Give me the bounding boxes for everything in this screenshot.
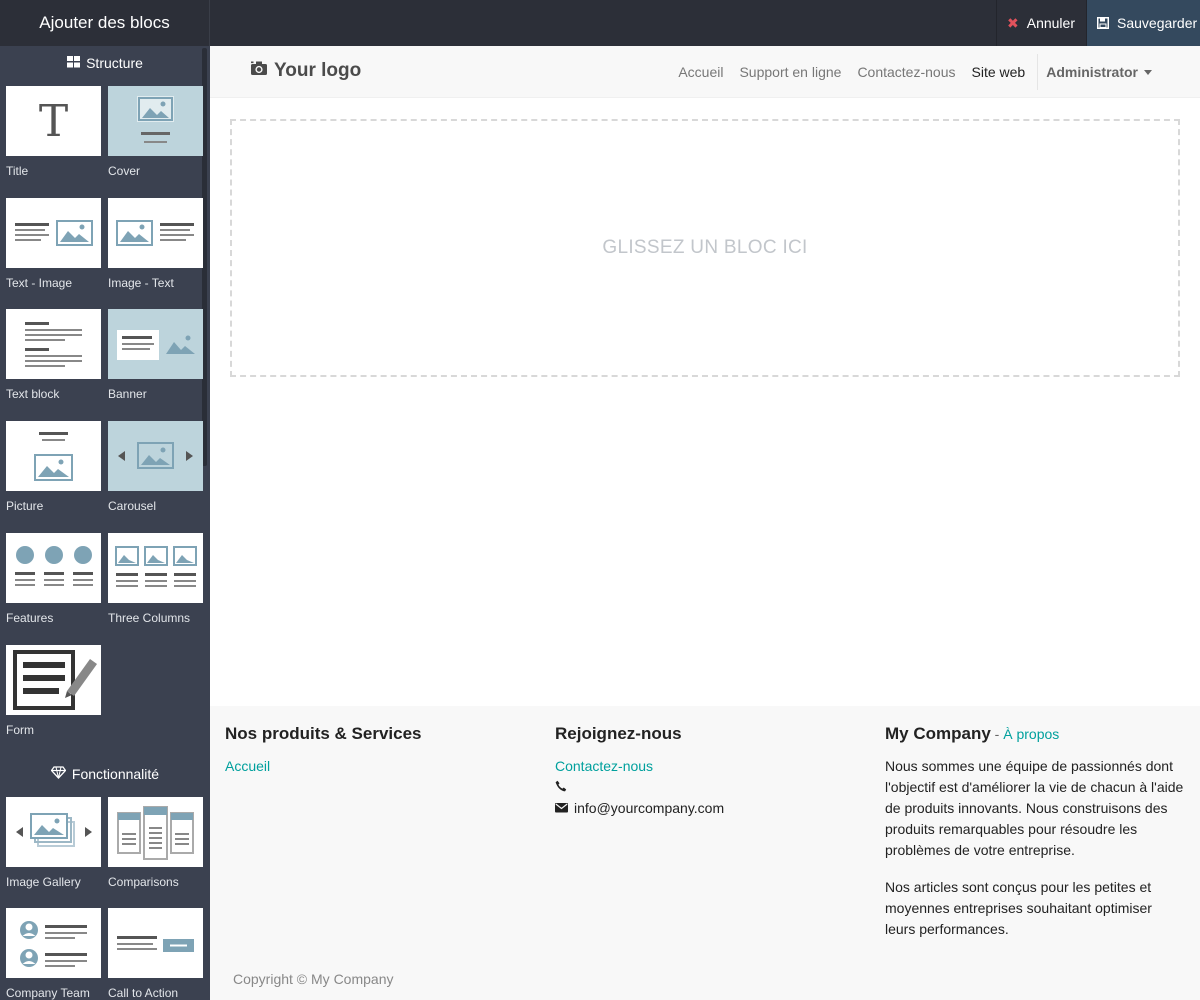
form-icon	[6, 645, 101, 715]
nav-link-contact[interactable]: Contactez-nous	[849, 64, 963, 80]
title-icon: T	[6, 86, 101, 156]
save-label: Sauvegarder	[1117, 15, 1198, 31]
banner-icon	[108, 309, 203, 379]
nav-menu: Accueil Support en ligne Contactez-nous …	[670, 46, 1160, 98]
website-preview: Your logo Accueil Support en ligne Conta…	[210, 46, 1200, 1000]
snippet-text-image[interactable]: Text - Image	[6, 198, 101, 290]
cover-icon	[108, 86, 203, 156]
image-text-icon	[108, 198, 203, 268]
drop-zone-text: GLISSEZ UN BLOC ICI	[602, 237, 808, 258]
footer-link-accueil[interactable]: Accueil	[225, 756, 270, 777]
footer-col-products: Nos produits & Services Accueil	[225, 724, 525, 777]
snippet-three-columns[interactable]: Three Columns	[108, 533, 203, 625]
comparisons-icon	[108, 797, 203, 867]
footer-email: info@yourcompany.com	[555, 798, 855, 819]
snippets-sidebar: Structure T Title Cover Text - Image Ima…	[0, 46, 210, 1000]
snippet-comparisons[interactable]: Comparisons	[108, 797, 203, 889]
svg-text:T: T	[39, 96, 68, 147]
nav-link-site-web[interactable]: Site web	[964, 64, 1034, 80]
footer-phone	[555, 777, 855, 798]
snippet-carousel[interactable]: Carousel	[108, 421, 203, 513]
snippet-form[interactable]: Form	[6, 645, 101, 737]
floppy-disk-icon	[1097, 17, 1109, 29]
company-team-icon	[6, 908, 101, 978]
snippet-company-team[interactable]: Company Team	[6, 908, 101, 1000]
text-image-icon	[6, 198, 101, 268]
save-button[interactable]: Sauvegarder	[1086, 0, 1200, 46]
snippet-features[interactable]: Features	[6, 533, 101, 625]
snippet-picture[interactable]: Picture	[6, 421, 101, 513]
site-logo[interactable]: Your logo	[250, 60, 361, 82]
company-name: My Company	[885, 724, 991, 743]
editor-topbar: Ajouter des blocs ✖ Annuler Sauvegarder	[0, 0, 1200, 46]
snippet-image-text[interactable]: Image - Text	[108, 198, 203, 290]
snippet-title[interactable]: T Title	[6, 86, 101, 178]
footer-contact-heading: Rejoignez-nous	[555, 724, 682, 743]
phone-icon	[555, 777, 567, 798]
footer-email-address[interactable]: info@yourcompany.com	[574, 798, 724, 819]
cancel-label: Annuler	[1026, 15, 1075, 31]
footer-col-contact: Rejoignez-nous Contactez-nous info@yourc…	[555, 724, 855, 819]
footer-company-heading: My Company - À propos	[885, 724, 1185, 744]
picture-icon	[6, 421, 101, 491]
features-icon	[6, 533, 101, 603]
drop-zone[interactable]: GLISSEZ UN BLOC ICI	[230, 119, 1180, 377]
close-icon: ✖	[1007, 15, 1019, 31]
company-description: Nous sommes une équipe de passionnés don…	[885, 758, 1184, 858]
snippet-text-block[interactable]: Text block	[6, 309, 101, 401]
logo-text: Your logo	[274, 60, 362, 81]
snippet-cover[interactable]: Cover	[108, 86, 203, 178]
user-name: Administrator	[1046, 64, 1138, 80]
snippet-call-to-action[interactable]: Call to Action	[108, 908, 203, 1000]
snippet-image-gallery[interactable]: Image Gallery	[6, 797, 101, 889]
image-gallery-icon	[6, 797, 101, 867]
footer-col-company: My Company - À propos Nous sommes une éq…	[885, 724, 1185, 956]
copyright-text: Copyright © My Company	[233, 971, 394, 987]
snippet-banner[interactable]: Banner	[108, 309, 203, 401]
carousel-icon	[108, 421, 203, 491]
about-link[interactable]: À propos	[1003, 726, 1059, 742]
th-large-icon	[67, 55, 81, 71]
three-columns-icon	[108, 533, 203, 603]
user-menu-dropdown[interactable]: Administrator	[1038, 64, 1160, 80]
company-description-2: Nos articles sont conçus pour les petite…	[885, 879, 1152, 937]
footer-link-contact[interactable]: Contactez-nous	[555, 756, 653, 777]
caret-down-icon	[1144, 69, 1152, 75]
topbar-actions: ✖ Annuler Sauvegarder	[996, 0, 1200, 46]
text-block-icon	[6, 309, 101, 379]
camera-icon	[250, 60, 268, 82]
cancel-button[interactable]: ✖ Annuler	[996, 0, 1086, 46]
footer-products-heading: Nos produits & Services	[225, 724, 422, 743]
panel-title: Ajouter des blocs	[0, 0, 210, 46]
nav-link-support[interactable]: Support en ligne	[731, 64, 849, 80]
heading-separator: -	[990, 726, 1004, 742]
structure-heading: Structure	[0, 55, 210, 71]
site-navbar: Your logo Accueil Support en ligne Conta…	[210, 46, 1200, 98]
call-to-action-icon	[108, 908, 203, 978]
nav-link-accueil[interactable]: Accueil	[670, 64, 731, 80]
site-footer: Nos produits & Services Accueil Rejoigne…	[210, 706, 1200, 1000]
feature-heading: Fonctionnalité	[0, 766, 210, 782]
envelope-icon	[555, 798, 568, 819]
diamond-icon	[50, 766, 67, 782]
